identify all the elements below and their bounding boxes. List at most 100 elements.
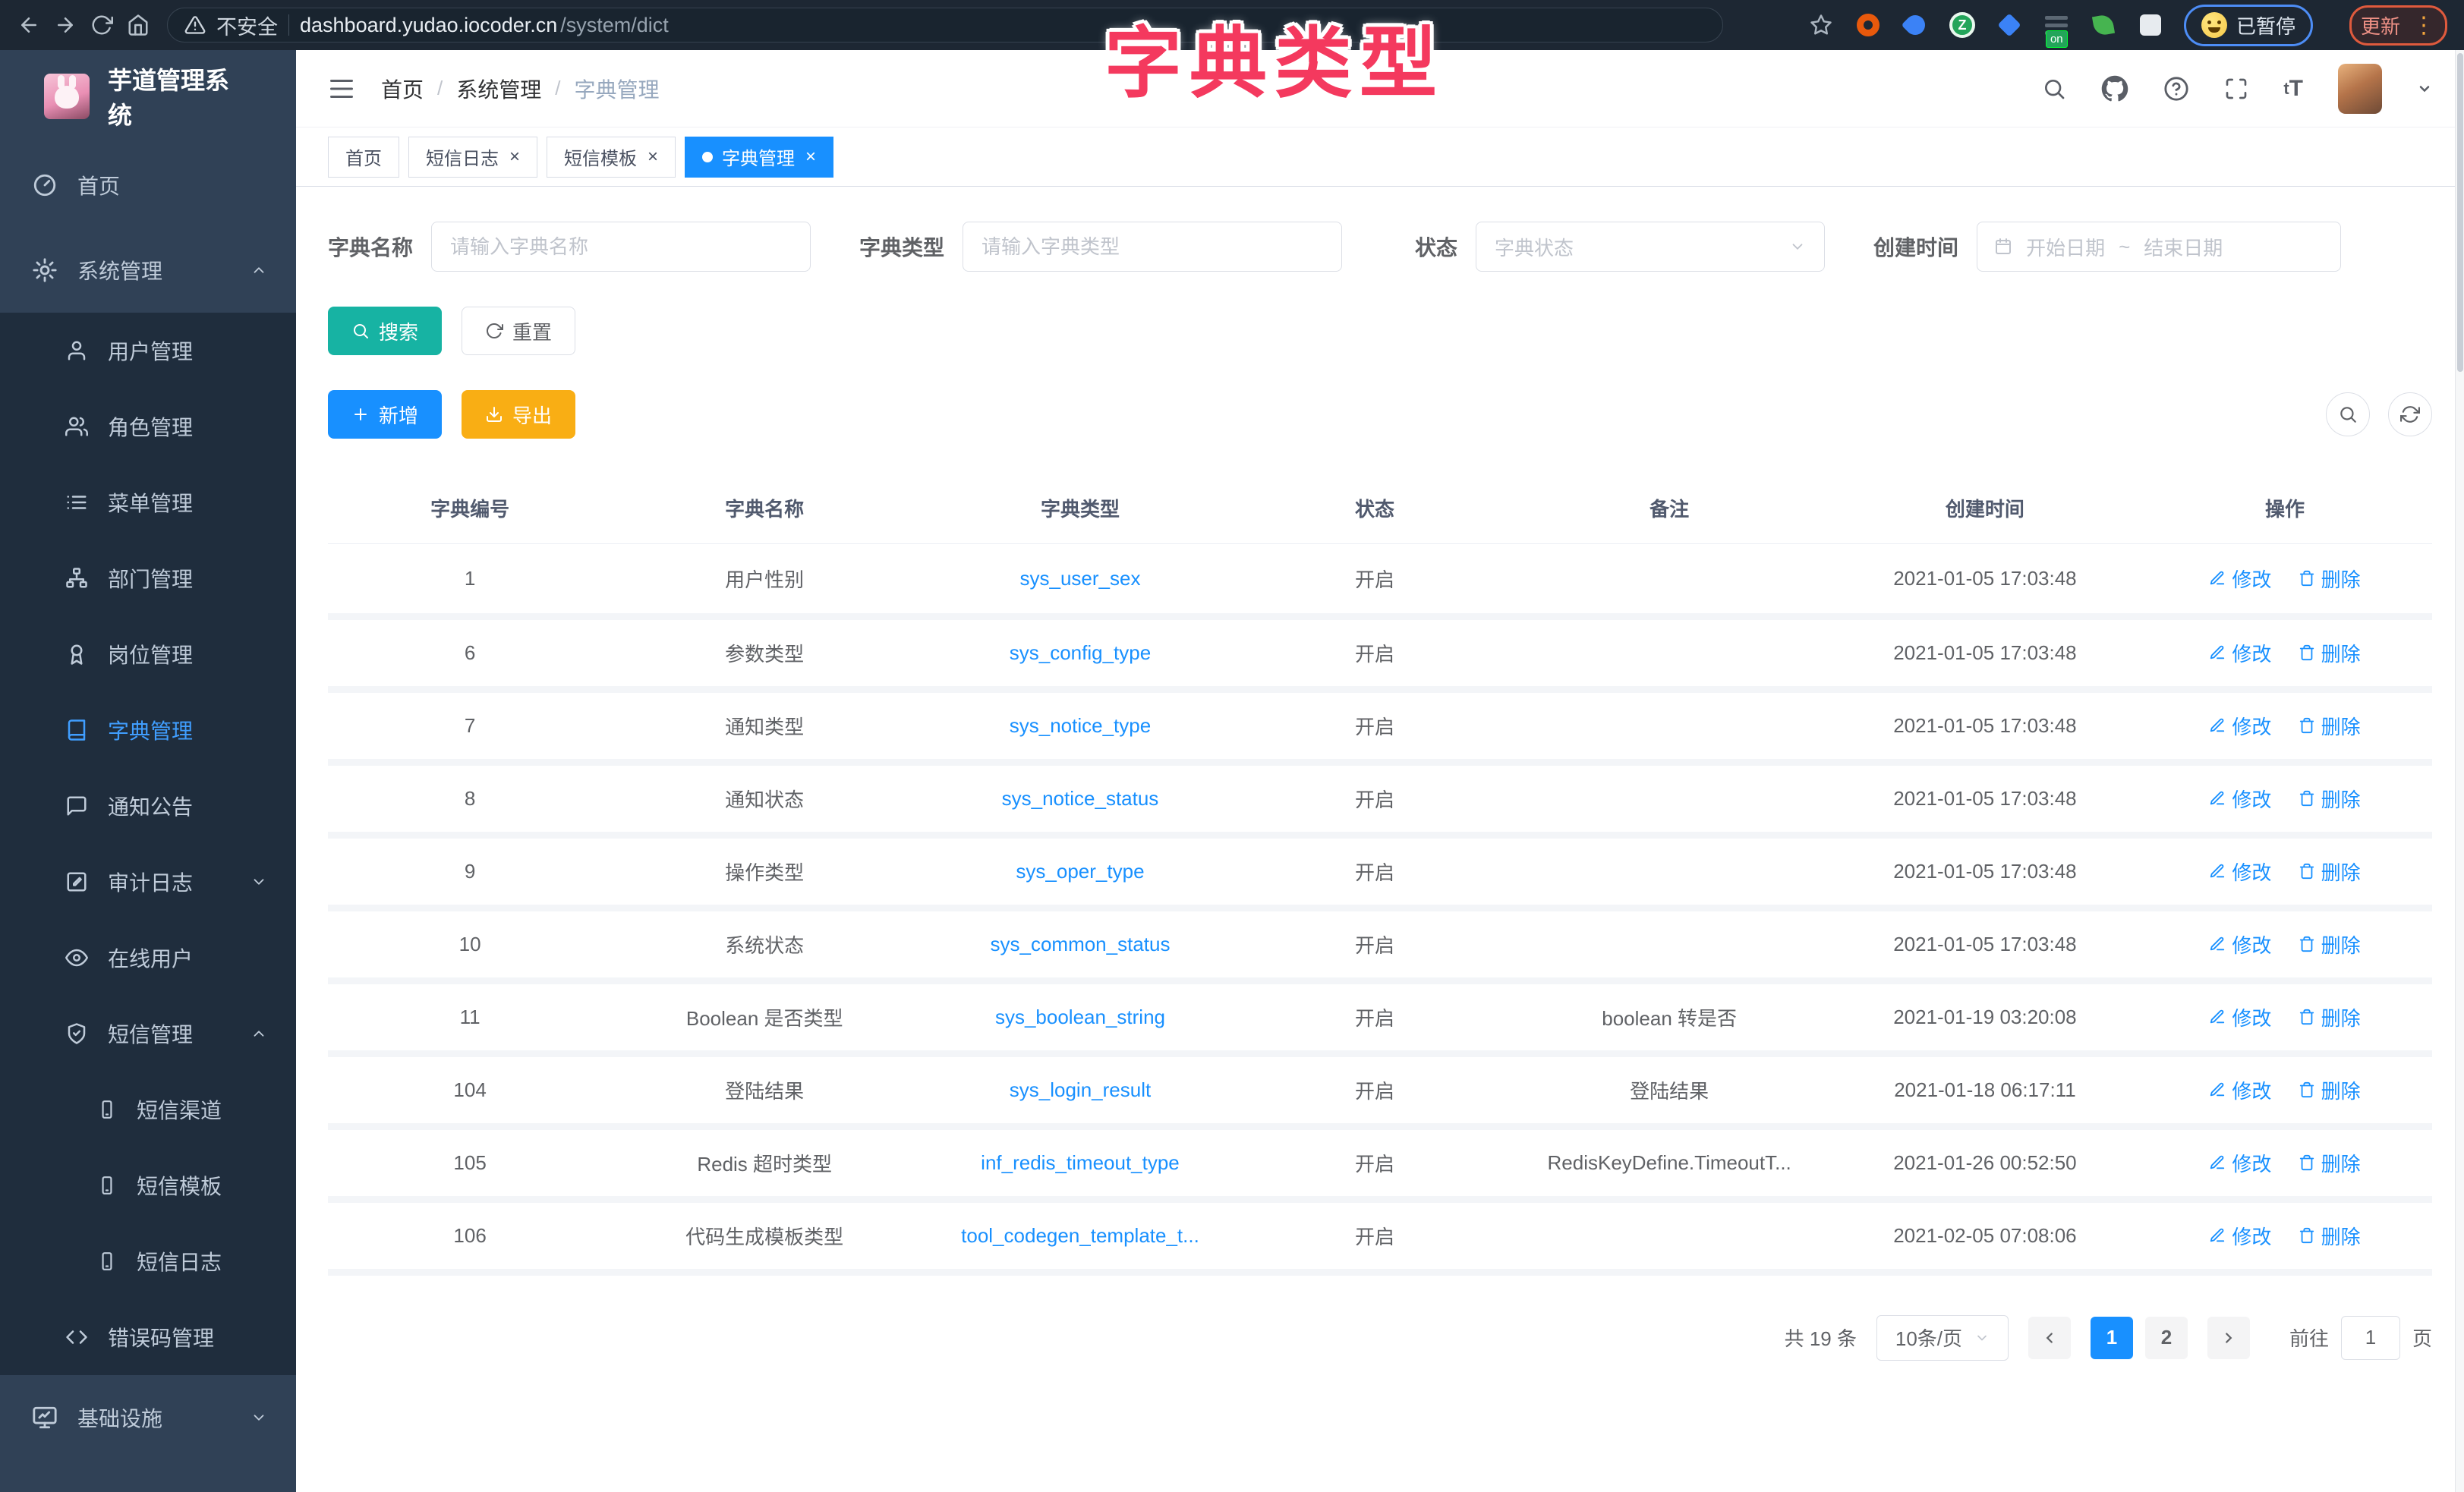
page-size-select[interactable]: 10条/页	[1876, 1315, 2009, 1361]
sidebar-item-通知公告[interactable]: 通知公告	[0, 768, 296, 844]
user-avatar[interactable]	[2338, 64, 2382, 114]
sidebar-item-短信渠道[interactable]: 短信渠道	[0, 1072, 296, 1147]
delete-button[interactable]: 删除	[2299, 930, 2361, 958]
sidebar-item-菜单管理[interactable]: 菜单管理	[0, 464, 296, 540]
delete-button[interactable]: 删除	[2299, 1003, 2361, 1031]
edit-button[interactable]: 修改	[2209, 930, 2271, 958]
dict-type-link[interactable]: sys_notice_status	[1002, 787, 1159, 810]
add-button[interactable]: 新增	[328, 390, 442, 439]
sidebar-item-短信管理[interactable]: 短信管理	[0, 996, 296, 1072]
dict-type-link[interactable]: sys_login_result	[1010, 1078, 1151, 1101]
date-separator: ~	[2119, 235, 2130, 259]
status-select[interactable]: 字典状态	[1476, 222, 1825, 272]
breadcrumb-item[interactable]: 系统管理	[456, 74, 541, 104]
dict-type-link[interactable]: sys_common_status	[990, 933, 1170, 955]
dict-name-input[interactable]	[431, 222, 811, 272]
edit-button[interactable]: 修改	[2209, 1222, 2271, 1250]
sidebar-item-短信日志[interactable]: 短信日志	[0, 1223, 296, 1299]
kebab-menu-icon[interactable]: ⋮	[2412, 12, 2436, 39]
extension-donut-icon[interactable]	[1854, 11, 1882, 39]
tab-close-icon[interactable]: ×	[805, 148, 816, 166]
sidebar-item-角色管理[interactable]: 角色管理	[0, 389, 296, 464]
dict-type-link[interactable]: sys_notice_type	[1010, 714, 1151, 737]
delete-button[interactable]: 删除	[2299, 639, 2361, 667]
browser-update-button[interactable]: 更新 ⋮	[2349, 5, 2447, 46]
breadcrumb-item[interactable]: 首页	[381, 74, 424, 104]
tab-字典管理[interactable]: 字典管理×	[685, 137, 833, 178]
delete-button[interactable]: 删除	[2299, 1076, 2361, 1104]
dict-type-link[interactable]: sys_oper_type	[1016, 860, 1144, 883]
delete-button[interactable]: 删除	[2299, 785, 2361, 813]
browser-home-icon[interactable]	[120, 7, 156, 43]
page-scrollbar[interactable]	[2455, 50, 2464, 1492]
address-bar[interactable]: 不安全 dashboard.yudao.iocoder.cn/system/di…	[167, 8, 1723, 42]
edit-button[interactable]: 修改	[2209, 858, 2271, 886]
extension-diamond-icon[interactable]	[1996, 11, 2023, 39]
dict-type-link[interactable]: sys_boolean_string	[995, 1006, 1165, 1028]
sidebar-item-基础设施[interactable]: 基础设施	[0, 1375, 296, 1460]
extension-drop-icon[interactable]	[1902, 11, 1929, 39]
sidebar-item-用户管理[interactable]: 用户管理	[0, 313, 296, 389]
search-button[interactable]: 搜索	[328, 307, 442, 355]
hamburger-icon[interactable]	[328, 75, 355, 102]
sidebar-item-短信模板[interactable]: 短信模板	[0, 1147, 296, 1223]
sidebar-item-字典管理[interactable]: 字典管理	[0, 692, 296, 768]
fullscreen-icon[interactable]	[2224, 77, 2248, 101]
goto-page-input[interactable]	[2341, 1316, 2400, 1360]
next-page-button[interactable]	[2207, 1317, 2250, 1359]
font-size-icon[interactable]: tT	[2283, 76, 2303, 102]
browser-forward-icon[interactable]	[47, 7, 83, 43]
avatar-caret-down-icon[interactable]	[2417, 81, 2432, 96]
delete-button[interactable]: 删除	[2299, 858, 2361, 886]
page-button-2[interactable]: 2	[2145, 1317, 2188, 1359]
sidebar-item-在线用户[interactable]: 在线用户	[0, 920, 296, 996]
export-button[interactable]: 导出	[462, 390, 575, 439]
tab-close-icon[interactable]: ×	[509, 148, 520, 166]
tab-短信日志[interactable]: 短信日志×	[408, 137, 537, 178]
recorder-paused-pill[interactable]: 已暂停	[2184, 5, 2313, 46]
sidebar-item-审计日志[interactable]: 审计日志	[0, 844, 296, 920]
extension-green-circle-icon[interactable]: Z	[1949, 11, 1976, 39]
delete-button[interactable]: 删除	[2299, 565, 2361, 593]
dict-type-link[interactable]: sys_user_sex	[1020, 567, 1141, 590]
extension-leaf-icon[interactable]	[2090, 11, 2117, 39]
extension-puzzle-icon[interactable]	[2137, 11, 2164, 39]
date-range-picker[interactable]: 开始日期 ~ 结束日期	[1977, 222, 2341, 272]
extension-list-icon[interactable]: on	[2043, 11, 2070, 39]
delete-button[interactable]: 删除	[2299, 1222, 2361, 1250]
edit-button[interactable]: 修改	[2209, 1149, 2271, 1177]
refresh-table-button[interactable]	[2388, 392, 2432, 436]
dict-type-link[interactable]: sys_config_type	[1010, 641, 1151, 664]
delete-button[interactable]: 删除	[2299, 1149, 2361, 1177]
sidebar-item-首页[interactable]: 首页	[0, 143, 296, 228]
dict-type-link[interactable]: tool_codegen_template_t...	[961, 1224, 1199, 1247]
sidebar-item-错误码管理[interactable]: 错误码管理	[0, 1299, 296, 1375]
edit-button[interactable]: 修改	[2209, 1003, 2271, 1031]
sidebar-item-系统管理[interactable]: 系统管理	[0, 228, 296, 313]
browser-back-icon[interactable]	[11, 7, 47, 43]
reset-button[interactable]: 重置	[462, 307, 575, 355]
prev-page-button[interactable]	[2028, 1317, 2071, 1359]
dict-type-link[interactable]: inf_redis_timeout_type	[981, 1151, 1180, 1174]
browser-reload-icon[interactable]	[83, 7, 120, 43]
delete-button[interactable]: 删除	[2299, 712, 2361, 740]
bookmark-star-icon[interactable]	[1807, 11, 1835, 39]
tab-首页[interactable]: 首页	[328, 137, 399, 178]
dict-type-input[interactable]	[963, 222, 1342, 272]
search-icon[interactable]	[2042, 77, 2066, 101]
sidebar-item-部门管理[interactable]: 部门管理	[0, 540, 296, 616]
tab-close-icon[interactable]: ×	[648, 148, 658, 166]
edit-button[interactable]: 修改	[2209, 565, 2271, 593]
edit-button[interactable]: 修改	[2209, 785, 2271, 813]
tab-短信模板[interactable]: 短信模板×	[547, 137, 676, 178]
extension-on-badge: on	[2046, 30, 2068, 48]
edit-button[interactable]: 修改	[2209, 712, 2271, 740]
github-icon[interactable]	[2101, 75, 2128, 102]
edit-button[interactable]: 修改	[2209, 1076, 2271, 1104]
show-search-toggle-button[interactable]	[2326, 392, 2370, 436]
page-button-1[interactable]: 1	[2091, 1317, 2133, 1359]
sidebar-item-岗位管理[interactable]: 岗位管理	[0, 616, 296, 692]
scrollbar-thumb[interactable]	[2457, 53, 2463, 372]
edit-button[interactable]: 修改	[2209, 639, 2271, 667]
help-icon[interactable]	[2163, 76, 2189, 102]
